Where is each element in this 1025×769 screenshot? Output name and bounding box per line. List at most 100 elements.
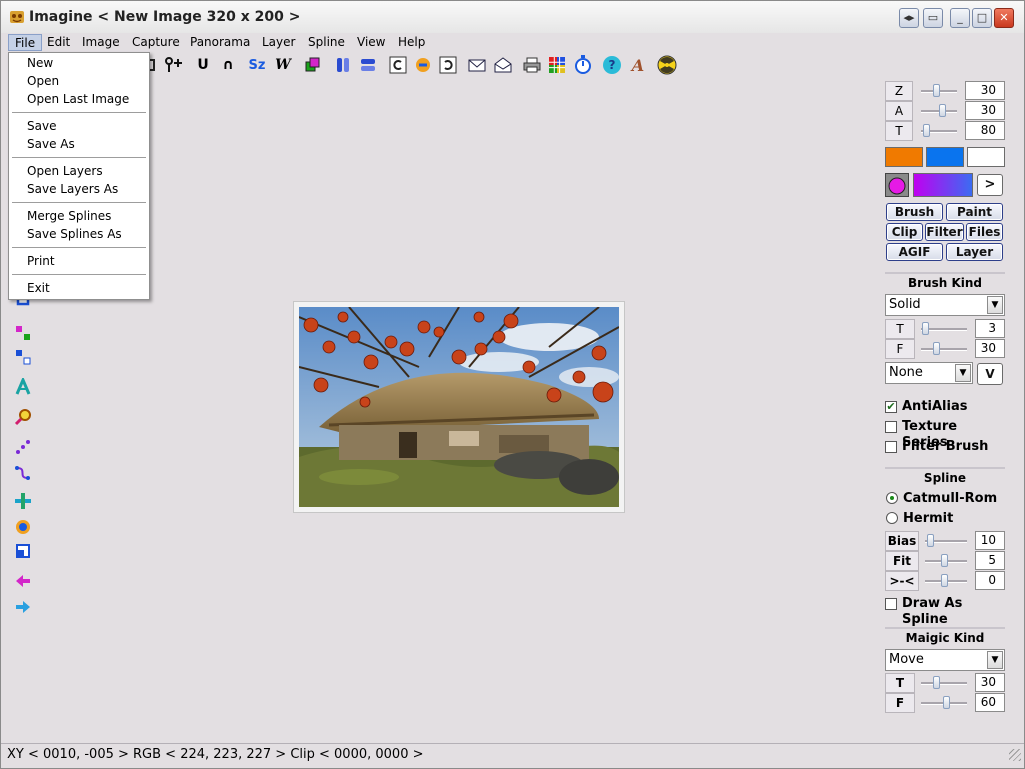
restore-alt-button[interactable]: ◂▸ xyxy=(899,8,919,28)
node-connect-icon[interactable] xyxy=(13,323,33,343)
hermit-radio[interactable] xyxy=(886,512,898,524)
dots-tool-icon[interactable] xyxy=(13,437,33,457)
maximize-button[interactable]: □ xyxy=(972,8,992,28)
texture-series-checkbox[interactable] xyxy=(885,421,897,433)
layer-button[interactable]: Layer xyxy=(946,243,1003,261)
gradient-swatch[interactable] xyxy=(913,173,973,197)
catmull-rom-radio[interactable] xyxy=(886,492,898,504)
files-button[interactable]: Files xyxy=(966,223,1003,241)
filter-brush-checkbox[interactable] xyxy=(885,441,897,453)
background-color-swatch[interactable] xyxy=(967,147,1005,167)
help-icon[interactable]: ? xyxy=(602,55,622,75)
brush-kind-select[interactable]: Solid ▼ xyxy=(885,294,1005,316)
brush-t-slider[interactable] xyxy=(919,320,969,338)
tool-add-point-icon[interactable] xyxy=(163,55,183,75)
gradient-next-button[interactable]: > xyxy=(977,174,1003,196)
spline-tension-value[interactable]: 0 xyxy=(975,571,1005,590)
menu-panorama[interactable]: Panorama xyxy=(184,34,256,51)
path-tool-icon[interactable] xyxy=(13,463,33,483)
file-menu-open[interactable]: Open xyxy=(27,73,59,89)
magic-f-slider[interactable] xyxy=(919,694,969,712)
menu-edit[interactable]: Edit xyxy=(41,34,76,51)
spline-tension-slider[interactable] xyxy=(923,572,969,590)
tool-size-icon[interactable]: Sz xyxy=(247,55,267,75)
rotate-tool-icon[interactable] xyxy=(13,517,33,537)
menu-view[interactable]: View xyxy=(351,34,391,51)
zat-value-z[interactable]: 30 xyxy=(965,81,1005,100)
minimize-button[interactable]: _ xyxy=(950,8,970,28)
menu-help[interactable]: Help xyxy=(392,34,431,51)
open-mail-icon[interactable] xyxy=(493,55,513,75)
magnifier-icon[interactable] xyxy=(13,407,33,427)
tool-rotate-left-icon[interactable] xyxy=(388,55,408,75)
tool-vertical-bar-icon[interactable] xyxy=(333,55,353,75)
brush-button[interactable]: Brush xyxy=(886,203,943,221)
file-menu-open-last-image[interactable]: Open Last Image xyxy=(27,91,129,107)
image-canvas[interactable] xyxy=(299,307,619,507)
secondary-color-swatch[interactable] xyxy=(926,147,964,167)
zat-slider-a[interactable] xyxy=(919,102,959,120)
menu-capture[interactable]: Capture xyxy=(126,34,186,51)
zat-value-a[interactable]: 30 xyxy=(965,101,1005,120)
file-menu-new[interactable]: New xyxy=(27,55,53,71)
mail-icon[interactable] xyxy=(467,55,487,75)
shape-color-button[interactable] xyxy=(885,173,909,197)
spline-bias-value[interactable]: 10 xyxy=(975,531,1005,550)
file-menu-save-layers-as[interactable]: Save Layers As xyxy=(27,181,118,197)
primary-color-swatch[interactable] xyxy=(885,147,923,167)
tool-horizontal-bar-icon[interactable] xyxy=(358,55,378,75)
file-menu-save-as[interactable]: Save As xyxy=(27,136,75,152)
file-menu-save[interactable]: Save xyxy=(27,118,56,134)
spline-bias-slider[interactable] xyxy=(923,532,969,550)
magic-kind-select[interactable]: Move ▼ xyxy=(885,649,1005,671)
tool-rotate-right-icon[interactable] xyxy=(438,55,458,75)
magic-t-value[interactable]: 30 xyxy=(975,673,1005,692)
grid-color-icon[interactable] xyxy=(547,55,567,75)
spline-fit-value[interactable]: 5 xyxy=(975,551,1005,570)
paint-button[interactable]: Paint xyxy=(946,203,1003,221)
magic-f-value[interactable]: 60 xyxy=(975,693,1005,712)
zat-value-t[interactable]: 80 xyxy=(965,121,1005,140)
file-menu-merge-splines[interactable]: Merge Splines xyxy=(27,208,111,224)
font-tool-icon[interactable]: A xyxy=(628,55,648,75)
arrow-right-icon[interactable] xyxy=(13,597,33,617)
scale-tool-icon[interactable] xyxy=(13,541,33,561)
arrow-left-icon[interactable] xyxy=(13,571,33,591)
tool-intersect-icon[interactable]: ∩ xyxy=(218,55,238,75)
tool-layers-icon[interactable] xyxy=(303,55,323,75)
menu-layer[interactable]: Layer xyxy=(256,34,301,51)
zat-slider-t[interactable] xyxy=(919,122,959,140)
tool-union-icon[interactable]: U xyxy=(193,55,213,75)
brush-f-slider[interactable] xyxy=(919,340,969,358)
radiation-icon[interactable] xyxy=(657,55,677,75)
brush-mode-select[interactable]: None ▼ xyxy=(885,362,973,384)
clip-button[interactable]: Clip xyxy=(886,223,923,241)
tile-button[interactable]: ▭ xyxy=(923,8,943,28)
timer-icon[interactable] xyxy=(573,55,593,75)
tool-flip-icon[interactable] xyxy=(413,55,433,75)
v-button[interactable]: V xyxy=(977,363,1003,385)
print-icon[interactable] xyxy=(522,55,542,75)
brush-t-value[interactable]: 3 xyxy=(975,319,1005,338)
file-menu-print[interactable]: Print xyxy=(27,253,55,269)
text-tool-icon[interactable] xyxy=(13,377,33,397)
file-menu-save-splines-as[interactable]: Save Splines As xyxy=(27,226,122,242)
node-link-icon[interactable] xyxy=(13,347,33,367)
antialias-checkbox[interactable]: ✔ xyxy=(885,401,897,413)
filter-button[interactable]: Filter xyxy=(925,223,964,241)
close-button[interactable]: ✕ xyxy=(994,8,1014,28)
brush-f-value[interactable]: 30 xyxy=(975,339,1005,358)
tool-write-icon[interactable]: W xyxy=(273,55,293,75)
move-tool-icon[interactable] xyxy=(13,491,33,511)
agif-button[interactable]: AGIF xyxy=(886,243,943,261)
magic-t-slider[interactable] xyxy=(919,674,969,692)
file-menu-open-layers[interactable]: Open Layers xyxy=(27,163,103,179)
draw-as-spline-checkbox[interactable] xyxy=(885,598,897,610)
zat-slider-z[interactable] xyxy=(919,82,959,100)
resize-grip[interactable] xyxy=(1009,749,1021,761)
menu-spline[interactable]: Spline xyxy=(302,34,351,51)
spline-fit-slider[interactable] xyxy=(923,552,969,570)
menu-file[interactable]: File xyxy=(8,34,43,51)
file-menu-exit[interactable]: Exit xyxy=(27,280,50,296)
menu-image[interactable]: Image xyxy=(76,34,126,51)
